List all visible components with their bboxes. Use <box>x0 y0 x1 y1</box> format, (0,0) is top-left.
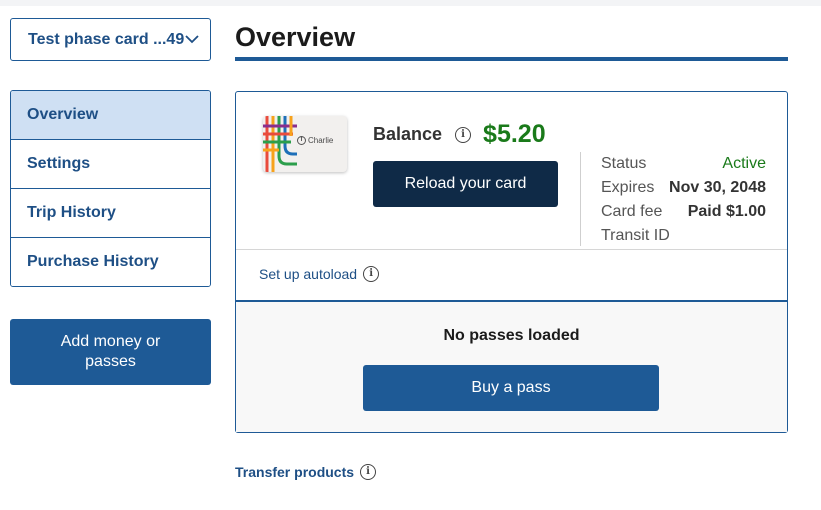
card-selector-dropdown[interactable]: Test phase card ...49 <box>10 18 211 61</box>
info-icon[interactable]: i <box>455 126 472 143</box>
detail-key: Status <box>601 155 647 172</box>
no-passes-text: No passes loaded <box>443 327 580 344</box>
chevron-down-icon <box>184 32 200 48</box>
buy-pass-button[interactable]: Buy a pass <box>363 365 659 411</box>
vertical-divider <box>580 152 581 246</box>
status-value: Active <box>722 155 766 172</box>
card-panel: T Charlie Balance i $5.20 Reload your ca… <box>235 91 788 433</box>
card-fee-value: Paid $1.00 <box>687 203 766 220</box>
passes-section: No passes loaded Buy a pass <box>236 300 787 432</box>
card-brand: T Charlie <box>297 136 333 145</box>
detail-row-card-fee: Card fee Paid $1.00 <box>601 200 766 224</box>
divider <box>236 249 787 250</box>
info-icon[interactable]: i <box>363 266 380 282</box>
sidebar-item-overview[interactable]: Overview <box>11 91 210 139</box>
autoload-label: Set up autoload <box>259 266 358 282</box>
detail-key: Transit ID <box>601 227 670 244</box>
sidebar-item-trip-history[interactable]: Trip History <box>11 188 210 237</box>
info-icon[interactable]: i <box>360 464 377 480</box>
card-selector-label: Test phase card ...49 <box>28 30 185 48</box>
detail-key: Expires <box>601 179 655 196</box>
detail-key: Card fee <box>601 203 663 220</box>
card-brand-label: Charlie <box>308 136 334 145</box>
card-details: Status Active Expires Nov 30, 2048 Card … <box>601 152 766 248</box>
balance-amount: $5.20 <box>483 120 546 148</box>
sidebar-item-purchase-history[interactable]: Purchase History <box>11 237 210 286</box>
balance-label: Balance <box>373 124 443 144</box>
title-underline <box>235 57 788 61</box>
balance-row: Balance i $5.20 <box>373 120 546 149</box>
reload-card-button[interactable]: Reload your card <box>373 161 558 207</box>
t-logo-icon: T <box>297 136 306 145</box>
transfer-products-label: Transfer products <box>235 464 355 480</box>
detail-row-expires: Expires Nov 30, 2048 <box>601 176 766 200</box>
top-band <box>0 0 821 6</box>
setup-autoload-link[interactable]: Set up autoload i <box>259 266 380 282</box>
detail-row-transit-id: Transit ID <box>601 224 766 248</box>
detail-row-status: Status Active <box>601 152 766 176</box>
sidebar-item-settings[interactable]: Settings <box>11 139 210 188</box>
add-money-button[interactable]: Add money or passes <box>10 319 211 385</box>
transfer-products-link[interactable]: Transfer products i <box>235 464 377 480</box>
expires-value: Nov 30, 2048 <box>669 179 766 196</box>
page-title: Overview <box>235 22 356 52</box>
charlie-card-image: T Charlie <box>263 116 347 172</box>
sidebar-nav: Overview Settings Trip History Purchase … <box>10 90 211 287</box>
